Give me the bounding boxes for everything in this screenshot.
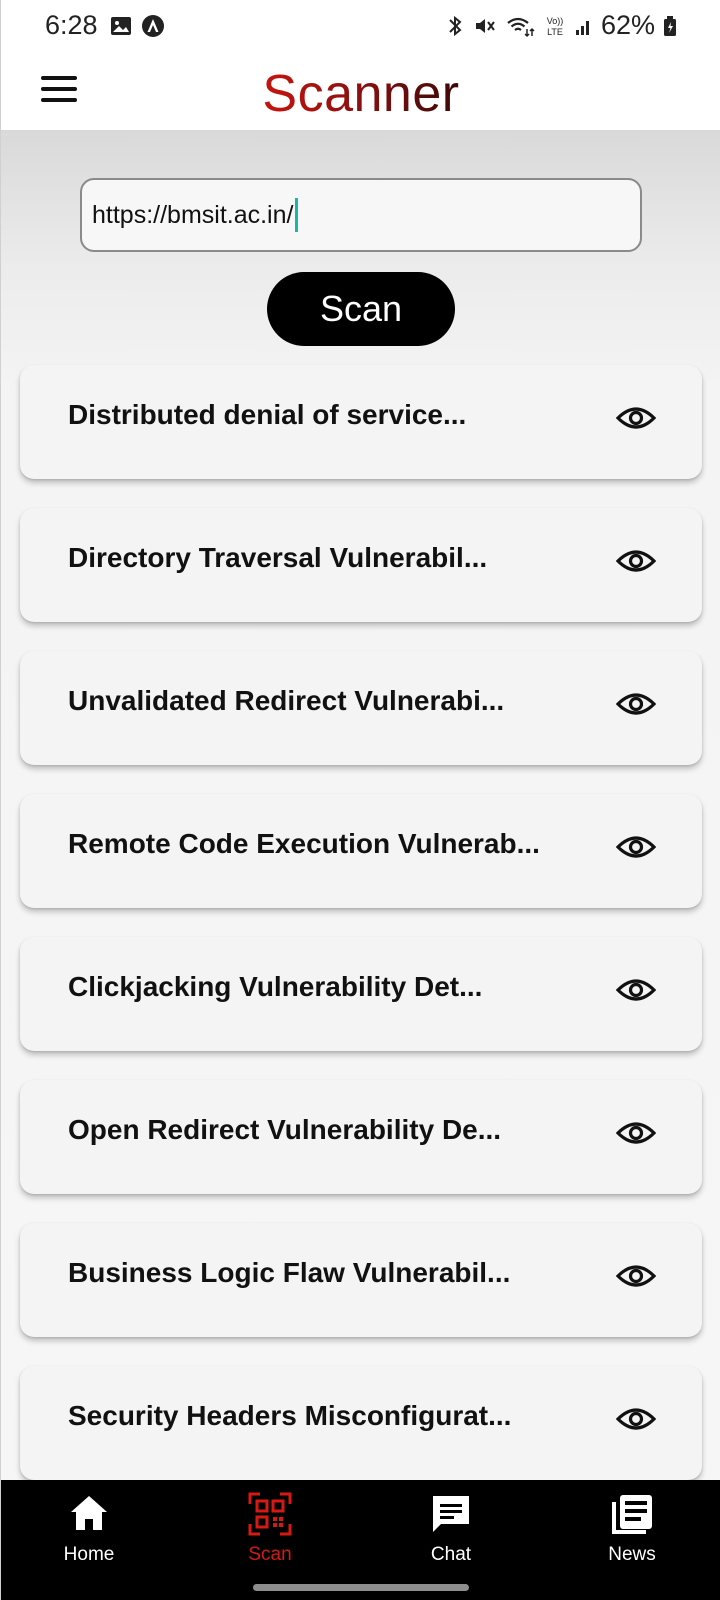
eye-icon[interactable] [616, 1404, 656, 1434]
result-title: Unvalidated Redirect Vulnerabi... [68, 685, 505, 716]
wifi-icon [507, 17, 535, 37]
news-icon [612, 1495, 652, 1534]
result-card[interactable]: Open Redirect Vulnerability De... [20, 1080, 702, 1194]
nav-item-chat[interactable]: Chat [391, 1492, 511, 1582]
status-right: Vo)) LTE 62% [445, 10, 677, 41]
eye-icon[interactable] [616, 832, 656, 862]
text-caret [295, 198, 299, 232]
result-title: Business Logic Flaw Vulnerabil... [68, 1257, 511, 1288]
eye-icon[interactable] [616, 689, 656, 719]
page-title: Scanner [1, 64, 720, 124]
svg-text:LTE: LTE [547, 27, 563, 37]
result-title: Remote Code Execution Vulnerab... [68, 828, 540, 859]
url-input[interactable]: https://bmsit.ac.in/ [80, 178, 642, 252]
bluetooth-icon [449, 15, 462, 36]
signal-icon [575, 20, 589, 35]
mute-icon [475, 18, 495, 33]
url-input-value: https://bmsit.ac.in/ [92, 200, 294, 229]
scanner-screen: 6:28 Vo)) LTE 62% Scanner https://bmsit.… [0, 0, 720, 1600]
result-card[interactable]: Clickjacking Vulnerability Det... [20, 937, 702, 1051]
battery-percent: 62% [600, 10, 655, 40]
result-title: Security Headers Misconfigurat... [68, 1400, 512, 1431]
eye-icon[interactable] [616, 403, 656, 433]
app-header: Scanner [1, 54, 720, 130]
volte-icon: Vo)) LTE [547, 16, 564, 37]
result-card[interactable]: Directory Traversal Vulnerabil... [20, 508, 702, 622]
qr-scan-icon [248, 1492, 292, 1536]
result-card[interactable]: Business Logic Flaw Vulnerabil... [20, 1223, 702, 1337]
result-card[interactable]: Remote Code Execution Vulnerab... [20, 794, 702, 908]
nav-label-scan: Scan [248, 1544, 292, 1565]
result-title: Distributed denial of service... [68, 399, 467, 430]
nav-item-scan[interactable]: Scan [210, 1492, 330, 1582]
result-card[interactable]: Unvalidated Redirect Vulnerabi... [20, 651, 702, 765]
eye-icon[interactable] [616, 1261, 656, 1291]
nav-label-chat: Chat [430, 1544, 472, 1565]
nav-item-home[interactable]: Home [29, 1492, 149, 1582]
battery-icon [664, 15, 676, 36]
eye-icon[interactable] [616, 546, 656, 576]
result-card[interactable]: Distributed denial of service... [20, 365, 702, 479]
bottom-nav: Home Scan Chat News [1, 1480, 720, 1600]
scan-button[interactable]: Scan [267, 272, 455, 346]
chat-icon [433, 1496, 469, 1532]
image-icon [111, 17, 131, 35]
result-title: Directory Traversal Vulnerabil... [68, 542, 488, 573]
app-notification-icon [142, 15, 164, 37]
main-content: https://bmsit.ac.in/ Scan Distributed de… [1, 130, 720, 1480]
eye-icon[interactable] [616, 975, 656, 1005]
result-title: Clickjacking Vulnerability Det... [68, 971, 483, 1002]
eye-icon[interactable] [616, 1118, 656, 1148]
gesture-handle[interactable] [253, 1584, 469, 1591]
nav-label-home: Home [63, 1544, 115, 1565]
status-bar: 6:28 Vo)) LTE 62% [1, 0, 720, 54]
page-title-text: Scanner [262, 65, 460, 123]
nav-item-news[interactable]: News [572, 1492, 692, 1582]
svg-text:Vo)): Vo)) [547, 16, 564, 26]
nav-label-news: News [608, 1544, 656, 1565]
result-title: Open Redirect Vulnerability De... [68, 1114, 502, 1145]
home-icon [71, 1496, 107, 1530]
result-card[interactable]: Security Headers Misconfigurat... [20, 1366, 702, 1480]
status-time: 6:28 [45, 10, 98, 40]
